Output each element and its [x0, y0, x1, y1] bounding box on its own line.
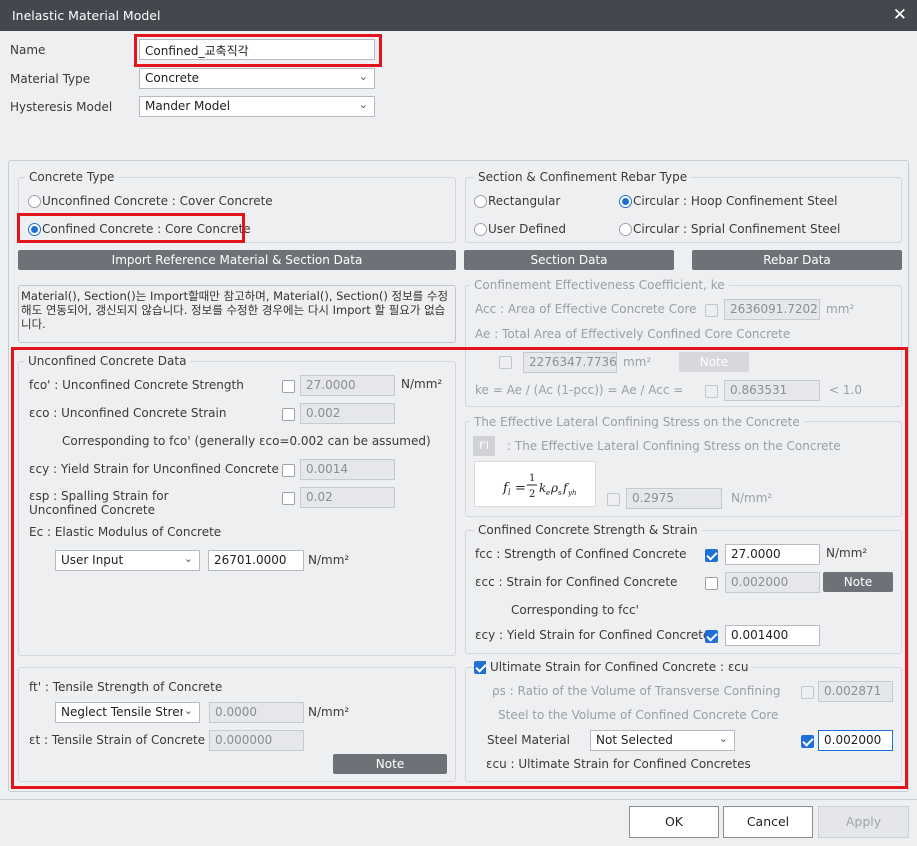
chevron-down-icon: ⌄: [358, 70, 368, 83]
radio-user-defined-label: User Defined: [488, 222, 566, 236]
info-text: Material(), Section()는 Import할때만 참고하며, M…: [21, 289, 449, 331]
name-label: Name: [10, 43, 46, 57]
section-type-title: Section & Confinement Rebar Type: [474, 170, 692, 184]
radio-rectangular[interactable]: [474, 195, 487, 208]
material-type-value: Concrete: [145, 71, 200, 85]
chevron-down-icon: ⌄: [358, 98, 368, 111]
acc-unit: mm²: [826, 302, 855, 316]
radio-rectangular-label: Rectangular: [488, 194, 561, 208]
radio-hoop[interactable]: [619, 195, 632, 208]
hysteresis-label: Hysteresis Model: [10, 100, 113, 114]
radio-spiral-label: Circular : Sprial Confinement Steel: [633, 222, 841, 236]
material-type-label: Material Type: [10, 72, 91, 86]
cancel-button[interactable]: Cancel: [723, 806, 813, 838]
section-data-button[interactable]: Section Data: [464, 250, 674, 270]
radio-spiral[interactable]: [619, 223, 632, 236]
confined-highlight: [17, 213, 245, 243]
acc-checkbox[interactable]: [705, 304, 718, 317]
import-button[interactable]: Import Reference Material & Section Data: [18, 250, 456, 270]
apply-button[interactable]: Apply: [818, 806, 909, 838]
footer-divider: [0, 799, 917, 800]
radio-user-defined[interactable]: [474, 223, 487, 236]
close-icon[interactable]: ✕: [893, 5, 907, 25]
name-highlight: [134, 34, 382, 67]
hysteresis-select[interactable]: Mander Model ⌄: [139, 96, 375, 117]
radio-unconfined-label: Unconfined Concrete : Cover Concrete: [42, 194, 273, 208]
acc-label: Acc : Area of Effective Concrete Core: [475, 302, 697, 316]
window-title: Inelastic Material Model: [12, 8, 161, 23]
ok-button[interactable]: OK: [629, 806, 719, 838]
hysteresis-value: Mander Model: [145, 99, 231, 113]
ke-title: Confinement Effectiveness Coefficient, k…: [470, 278, 729, 292]
acc-input[interactable]: 2636091.7202: [724, 299, 820, 320]
title-bar: Inelastic Material Model ✕: [0, 0, 917, 31]
concrete-type-title: Concrete Type: [25, 170, 119, 184]
rebar-data-button[interactable]: Rebar Data: [692, 250, 902, 270]
ae-label: Ae : Total Area of Effectively Confined …: [475, 327, 791, 341]
material-type-select[interactable]: Concrete ⌄: [139, 68, 375, 89]
data-highlight: [11, 347, 908, 789]
radio-unconfined[interactable]: [28, 195, 41, 208]
radio-hoop-label: Circular : Hoop Confinement Steel: [633, 194, 838, 208]
